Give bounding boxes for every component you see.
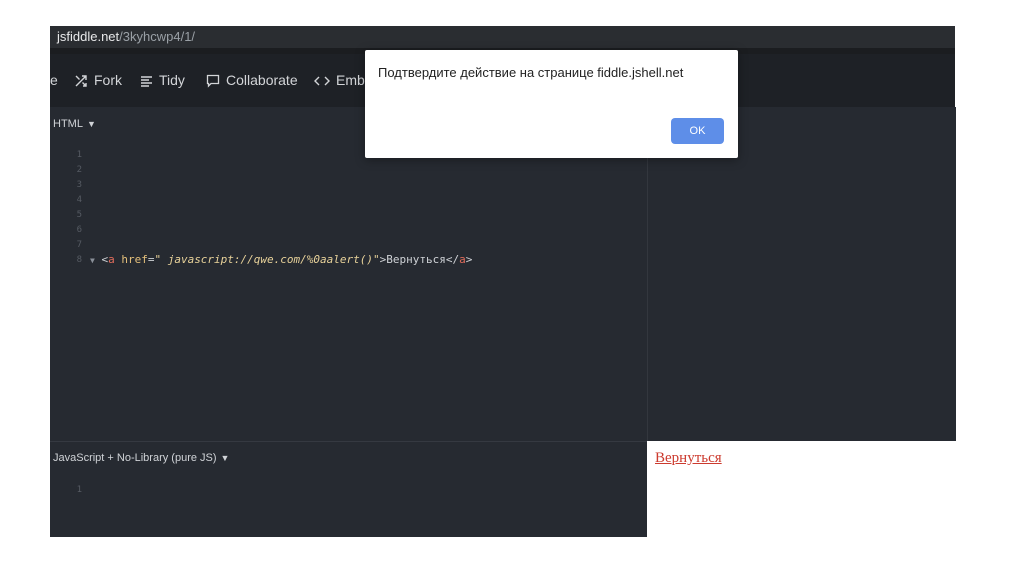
line-number: 5 [76, 210, 82, 220]
truncated-label: e [50, 72, 58, 88]
ok-button[interactable]: OK [671, 118, 724, 144]
address-bar[interactable]: jsfiddle.net/3kyhcwp4/1/ [50, 26, 955, 48]
js-panel-header[interactable]: JavaScript + No-Library (pure JS) ▼ [53, 452, 229, 464]
code-token: </ [445, 253, 460, 266]
line-number: 4 [76, 195, 82, 205]
code-token: href [121, 253, 148, 266]
url-host: jsfiddle.net [57, 29, 120, 44]
embed-label: Emb [336, 72, 365, 88]
line-number: 1 [76, 485, 82, 495]
truncated-toolbar-button[interactable]: e [50, 54, 58, 107]
tidy-icon [141, 75, 152, 87]
result-link[interactable]: Вернуться [655, 450, 722, 467]
tidy-label: Tidy [159, 72, 185, 88]
code-token: a [108, 253, 115, 266]
line-number: 8 [76, 255, 82, 265]
collaborate-label: Collaborate [226, 72, 298, 88]
collaborate-button[interactable]: Collaborate [206, 54, 298, 107]
code-token: " javascript://qwe.com/%0aalert()" [154, 253, 380, 266]
html-panel-label: HTML [53, 118, 83, 130]
caret-down-icon: ▼ [220, 453, 230, 463]
line-number: 2 [76, 165, 82, 175]
code-token: > [465, 253, 473, 266]
fold-arrow-icon[interactable]: ▼ [90, 256, 95, 265]
js-panel-label: JavaScript + No-Library (pure JS) [53, 452, 217, 464]
dialog-message: Подтвердите действие на странице fiddle.… [378, 65, 684, 80]
fork-button[interactable]: Fork [74, 54, 122, 107]
chat-bubble-icon [206, 74, 220, 88]
line-number: 7 [76, 240, 82, 250]
code-token: Вернуться [386, 253, 446, 266]
html-panel-header[interactable]: HTML ▼ [53, 118, 96, 130]
caret-down-icon: ▼ [86, 119, 96, 129]
confirm-dialog: Подтвердите действие на странице fiddle.… [365, 50, 738, 158]
code-line[interactable]: ▼ <a href=" javascript://qwe.com/%0aaler… [90, 253, 472, 266]
code-brackets-icon [314, 76, 330, 85]
tidy-button[interactable]: Tidy [140, 54, 185, 107]
embed-button[interactable]: Emb [314, 54, 365, 107]
fork-label: Fork [94, 72, 122, 88]
line-number: 1 [76, 150, 82, 160]
line-number: 6 [76, 225, 82, 235]
url-path: /3kyhcwp4/1/ [119, 29, 196, 44]
code-token: a [459, 253, 466, 266]
fork-icon [75, 74, 87, 87]
line-number: 3 [76, 180, 82, 190]
